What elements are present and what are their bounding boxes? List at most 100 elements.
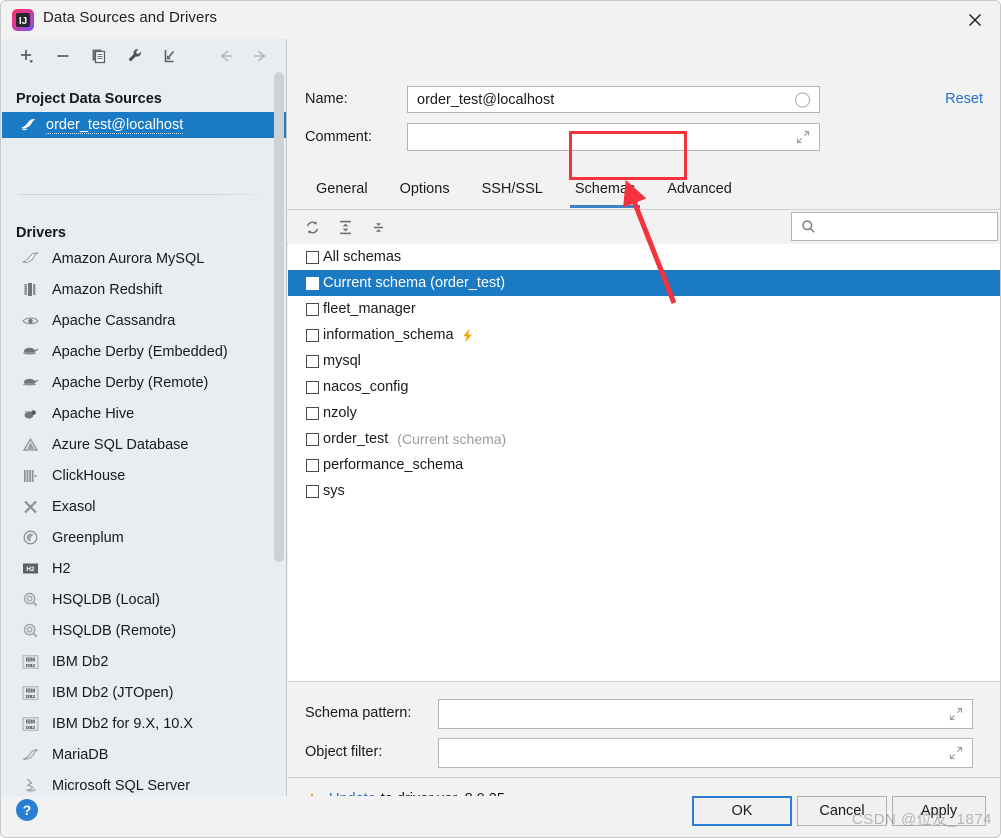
driver-list-item[interactable]: Apache Hive	[2, 398, 286, 429]
tab-advanced[interactable]: Advanced	[651, 169, 748, 208]
expand-all-icon[interactable]	[332, 215, 358, 239]
driver-list-item[interactable]: Apache Derby (Embedded)	[2, 336, 286, 367]
name-input-value: order_test@localhost	[417, 91, 555, 108]
schema-checkbox[interactable]	[306, 484, 319, 498]
wrench-icon[interactable]	[120, 42, 150, 70]
driver-label: IBM Db2 (JTOpen)	[52, 684, 174, 701]
driver-label: HSQLDB (Remote)	[52, 622, 177, 639]
sidebar-scrollbar[interactable]	[274, 72, 284, 562]
derby-icon	[19, 345, 41, 358]
tab-ssh-ssl[interactable]: SSH/SSL	[466, 169, 559, 208]
derby-icon	[19, 376, 41, 389]
schema-checkbox[interactable]	[306, 432, 319, 446]
ibm-db2-icon: IBM DB2	[19, 716, 41, 731]
redshift-icon	[19, 282, 41, 297]
driver-list-item[interactable]: Greenplum	[2, 522, 286, 553]
cassandra-eye-icon	[19, 315, 41, 327]
driver-list-item[interactable]: IBM DB2 IBM Db2 for 9.X, 10.X	[2, 708, 286, 739]
apply-button[interactable]: Apply	[892, 796, 986, 826]
svg-text:?: ?	[23, 802, 32, 818]
schema-checkbox[interactable]	[306, 276, 319, 290]
drivers-list[interactable]: Amazon Aurora MySQL Amazon Redshift Apache…	[2, 243, 286, 799]
driver-list-item[interactable]: Apache Cassandra	[2, 305, 286, 336]
schema-list-item[interactable]: sys	[288, 478, 1000, 504]
driver-label: ClickHouse	[52, 467, 126, 484]
schema-list-item[interactable]: fleet_manager	[288, 296, 1000, 322]
driver-list-item[interactable]: MariaDB	[2, 739, 286, 770]
driver-list-item[interactable]: HSQLDB (Local)	[2, 584, 286, 615]
name-input[interactable]: order_test@localhost	[407, 86, 820, 113]
driver-list-item[interactable]: ClickHouse	[2, 460, 286, 491]
schema-label: information_schema	[323, 327, 454, 343]
svg-text:H2: H2	[26, 566, 35, 573]
driver-list-item[interactable]: Amazon Aurora MySQL	[2, 243, 286, 274]
azure-icon	[19, 438, 41, 451]
schema-checkbox[interactable]	[306, 354, 319, 368]
search-input[interactable]	[791, 212, 998, 241]
driver-list-item[interactable]: IBM DB2 IBM Db2 (JTOpen)	[2, 677, 286, 708]
schema-list-item[interactable]: performance_schema	[288, 452, 1000, 478]
driver-label: IBM Db2	[52, 653, 109, 670]
tab-label: Schemas	[574, 180, 636, 197]
schema-list-item[interactable]: Current schema (order_test)	[288, 270, 1000, 296]
comment-row: Comment:	[305, 129, 372, 145]
schema-list-item[interactable]: nacos_config	[288, 374, 1000, 400]
cancel-button[interactable]: Cancel	[797, 796, 887, 826]
driver-list-item[interactable]: Amazon Redshift	[2, 274, 286, 305]
driver-list-item[interactable]: IBM DB2 IBM Db2	[2, 646, 286, 677]
tab-label: Options	[399, 180, 450, 197]
add-button[interactable]	[12, 42, 42, 70]
driver-list-item[interactable]: Exasol	[2, 491, 286, 522]
schema-pattern-input[interactable]	[438, 699, 973, 729]
object-filter-row: Object filter:	[305, 744, 382, 760]
forward-button[interactable]	[246, 42, 274, 70]
schema-list-item[interactable]: All schemas	[288, 244, 1000, 270]
object-filter-input[interactable]	[438, 738, 973, 768]
expand-editor-icon[interactable]	[795, 129, 811, 145]
driver-label: Greenplum	[52, 529, 124, 546]
refresh-icon[interactable]	[299, 215, 325, 239]
schema-checkbox[interactable]	[306, 328, 319, 342]
close-icon[interactable]	[960, 7, 990, 33]
driver-list-item[interactable]: Microsoft SQL Server	[2, 770, 286, 799]
schema-checkbox[interactable]	[306, 458, 319, 472]
driver-list-item[interactable]: Azure SQL Database	[2, 429, 286, 460]
help-button[interactable]: ?	[15, 798, 39, 822]
remove-button[interactable]	[48, 42, 78, 70]
details-tabs[interactable]: General Options SSH/SSL Schemas Advanced	[287, 169, 1000, 210]
tab-general[interactable]: General	[300, 169, 384, 208]
sidebar: Project Data Sources order_test@localhos…	[2, 39, 287, 799]
expand-editor-icon[interactable]	[948, 706, 964, 722]
driver-list-item[interactable]: HSQLDB (Remote)	[2, 615, 286, 646]
schema-list-item[interactable]: nzoly	[288, 400, 1000, 426]
driver-label: Apache Hive	[52, 405, 135, 422]
mariadb-seal-icon	[19, 748, 41, 761]
comment-input[interactable]	[407, 123, 820, 151]
schema-list-item[interactable]: information_schema	[288, 322, 1000, 348]
ok-button[interactable]: OK	[692, 796, 792, 826]
schema-checkbox[interactable]	[306, 302, 319, 316]
search-field[interactable]	[822, 217, 986, 236]
schema-list[interactable]: All schemas Current schema (order_test) fl…	[288, 244, 1000, 682]
copy-icon[interactable]	[84, 42, 114, 70]
tab-options[interactable]: Options	[384, 169, 466, 208]
back-button[interactable]	[212, 42, 240, 70]
intellij-idea-icon: IJ	[11, 8, 35, 32]
expand-editor-icon[interactable]	[948, 745, 964, 761]
driver-list-item[interactable]: H2 H2	[2, 553, 286, 584]
driver-label: IBM Db2 for 9.X, 10.X	[52, 715, 194, 732]
driver-list-item[interactable]: Apache Derby (Remote)	[2, 367, 286, 398]
schema-checkbox[interactable]	[306, 380, 319, 394]
import-icon[interactable]	[156, 42, 186, 70]
schema-list-item[interactable]: order_test (Current schema)	[288, 426, 1000, 452]
collapse-all-icon[interactable]	[365, 215, 391, 239]
driver-label: Exasol	[52, 498, 96, 515]
schema-checkbox[interactable]	[306, 250, 319, 264]
sidebar-item-order-test[interactable]: order_test@localhost	[2, 112, 286, 138]
schema-checkbox[interactable]	[306, 406, 319, 420]
schema-label: All schemas	[323, 249, 402, 265]
reset-link[interactable]: Reset	[945, 91, 983, 107]
schema-list-item[interactable]: mysql	[288, 348, 1000, 374]
connection-status-icon[interactable]	[794, 91, 811, 108]
tab-schemas[interactable]: Schemas	[559, 169, 651, 208]
